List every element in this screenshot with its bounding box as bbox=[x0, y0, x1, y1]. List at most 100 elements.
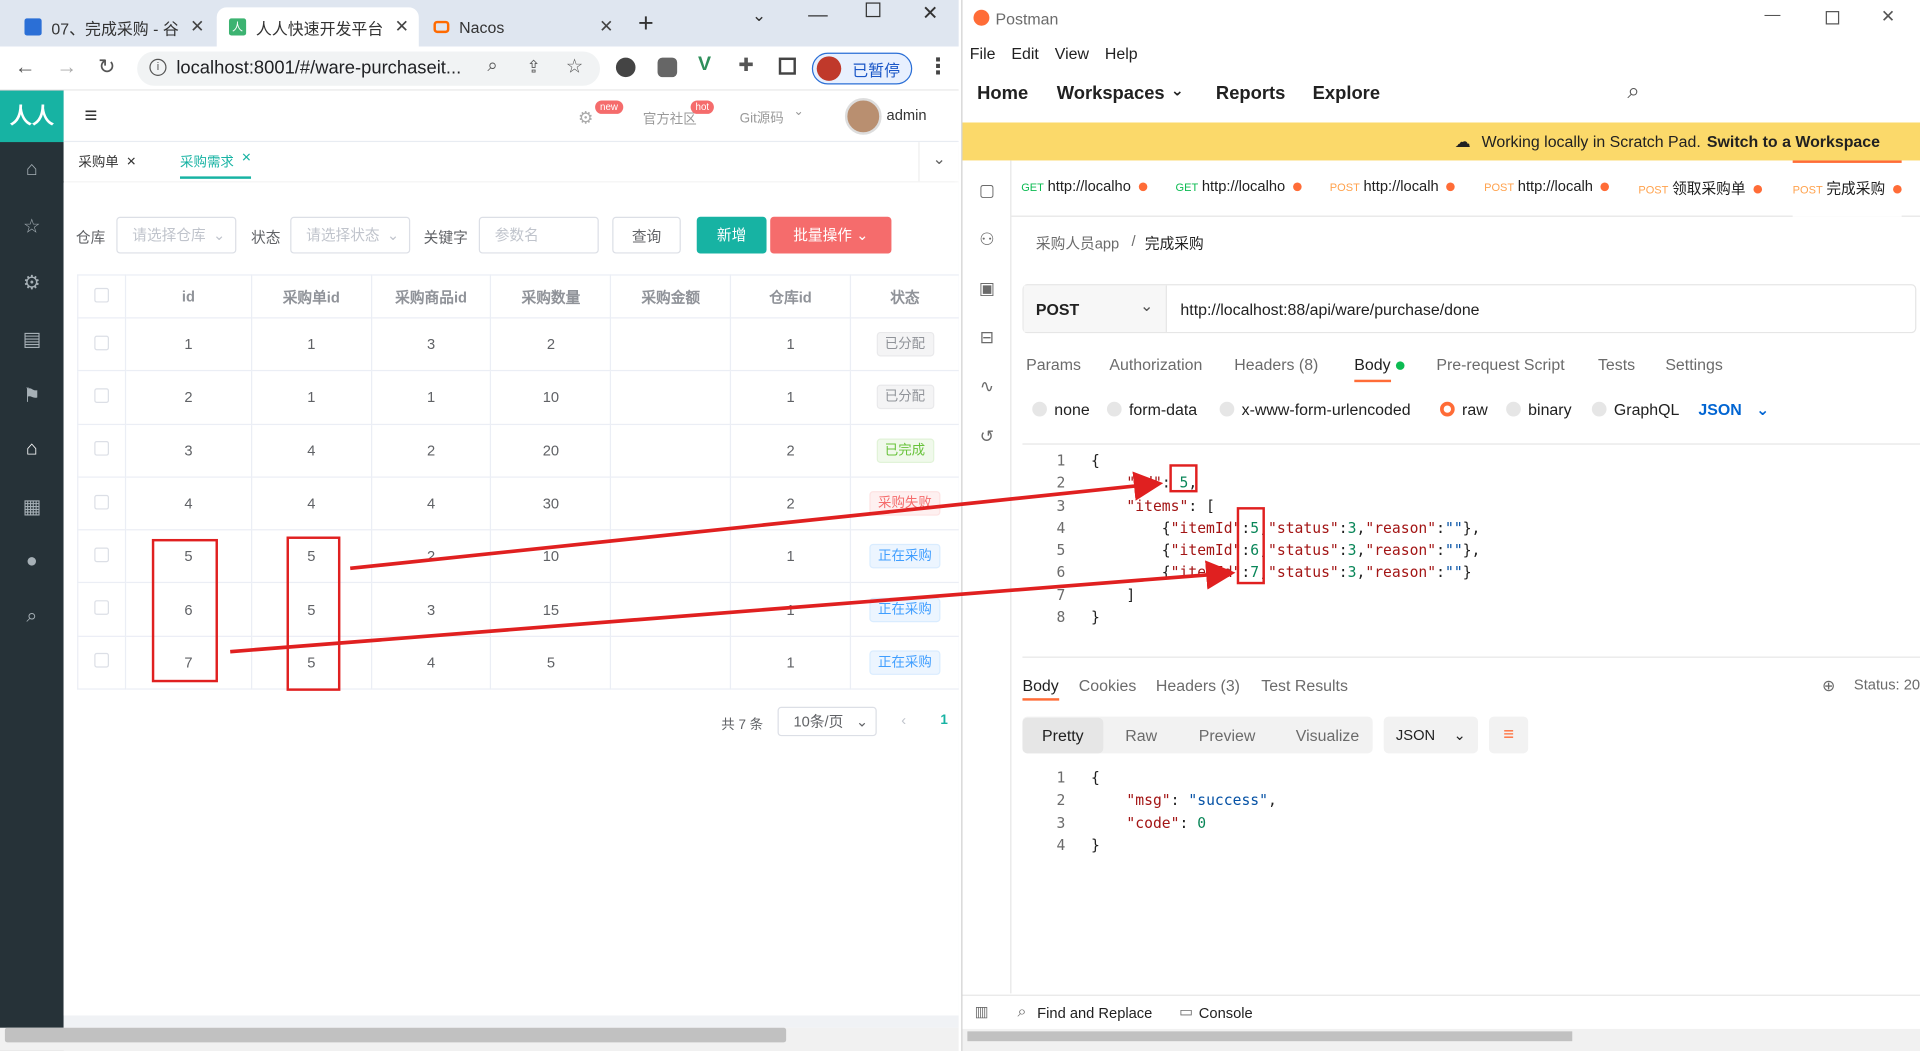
user-icon[interactable]: ● bbox=[20, 551, 44, 575]
tab-tests[interactable]: Tests bbox=[1598, 355, 1635, 373]
back-icon[interactable]: ← bbox=[15, 55, 36, 79]
extension-icon[interactable] bbox=[657, 57, 678, 78]
tag-purchase-demand[interactable]: 采购需求 ✕ bbox=[180, 152, 252, 179]
request-tab[interactable]: POST 领取采购单 bbox=[1638, 178, 1762, 199]
request-tab[interactable]: GET http://localho bbox=[1176, 178, 1302, 195]
checkbox[interactable] bbox=[94, 287, 109, 302]
extension-icon[interactable] bbox=[615, 57, 636, 78]
document-icon[interactable]: ▤ bbox=[20, 327, 44, 351]
checkbox[interactable] bbox=[94, 388, 109, 403]
avatar[interactable] bbox=[844, 97, 882, 135]
minimize-icon[interactable]: — bbox=[808, 5, 828, 27]
column-header[interactable]: 采购单id bbox=[251, 274, 372, 319]
mode-raw[interactable]: Raw bbox=[1125, 726, 1157, 744]
radio-none[interactable]: none bbox=[1032, 401, 1090, 419]
table-row[interactable]: 2 1 1 10 1 已分配 bbox=[77, 370, 959, 425]
vue-devtools-icon[interactable]: V bbox=[698, 54, 711, 76]
row-select-cell[interactable] bbox=[77, 317, 127, 372]
radio-binary[interactable]: binary bbox=[1506, 401, 1572, 419]
keyword-input[interactable]: 参数名 bbox=[478, 216, 599, 254]
mock-servers-icon[interactable]: ⊟ bbox=[977, 327, 997, 347]
git-link[interactable]: Git源码 bbox=[740, 108, 784, 128]
tab-headers[interactable]: Headers (8) bbox=[1234, 355, 1318, 373]
bookmark-star-icon[interactable]: ☆ bbox=[566, 54, 584, 78]
address-bar[interactable]: i localhost:8001/#/ware-purchaseit... ⌕ … bbox=[137, 51, 601, 86]
page-size-select[interactable]: 10条/页 ⌄ bbox=[777, 706, 877, 737]
radio-graphql[interactable]: GraphQL bbox=[1591, 401, 1679, 419]
close-icon[interactable]: ✕ bbox=[395, 16, 409, 37]
tab-params[interactable]: Params bbox=[1026, 355, 1081, 373]
nav-explore[interactable]: Explore bbox=[1313, 83, 1380, 104]
checkbox[interactable] bbox=[94, 494, 109, 509]
current-page[interactable]: 1 bbox=[940, 713, 948, 728]
response-tab-body[interactable]: Body bbox=[1022, 676, 1059, 701]
new-tab-icon[interactable]: + bbox=[638, 7, 654, 39]
apis-icon[interactable]: ⚇ bbox=[977, 229, 997, 249]
tab-authorization[interactable]: Authorization bbox=[1109, 355, 1202, 373]
star-icon[interactable]: ☆ bbox=[20, 214, 44, 238]
find-replace-button[interactable]: Find and Replace bbox=[1037, 1004, 1152, 1021]
maximize-icon[interactable] bbox=[865, 2, 881, 18]
checkbox[interactable] bbox=[94, 441, 109, 456]
chevron-down-icon[interactable]: ⌄ bbox=[918, 142, 958, 182]
username[interactable]: admin bbox=[887, 107, 927, 124]
table-row[interactable]: 4 4 4 30 2 采购失败 bbox=[77, 476, 959, 531]
monitors-icon[interactable]: ∿ bbox=[977, 376, 997, 396]
mode-pretty[interactable]: Pretty bbox=[1022, 717, 1104, 753]
environments-icon[interactable]: ▣ bbox=[977, 278, 997, 298]
menu-edit[interactable]: Edit bbox=[1011, 43, 1038, 61]
browser-tab-docs[interactable]: 07、完成采购 - 谷 ✕ bbox=[12, 7, 214, 46]
horizontal-scrollbar[interactable] bbox=[0, 1027, 959, 1051]
report-icon[interactable]: ▦ bbox=[20, 495, 44, 519]
browser-tab-nacos[interactable]: Nacos ✕ bbox=[421, 7, 623, 46]
search-icon[interactable]: ⌕ bbox=[20, 606, 44, 630]
close-icon[interactable]: ✕ bbox=[241, 152, 251, 165]
tab-prerequest[interactable]: Pre-request Script bbox=[1436, 355, 1564, 373]
scrollbar-thumb[interactable] bbox=[4, 1027, 787, 1043]
close-icon[interactable]: ✕ bbox=[599, 16, 613, 37]
reload-icon[interactable]: ↻ bbox=[98, 55, 115, 79]
community-link[interactable]: 官方社区 bbox=[643, 109, 697, 129]
request-json[interactable]: { "id": 5, "items": [ {"itemId":5,"statu… bbox=[1091, 450, 1480, 629]
app-logo[interactable]: 人人 bbox=[0, 90, 64, 143]
close-window-icon[interactable]: ✕ bbox=[1881, 6, 1895, 27]
row-select-cell[interactable] bbox=[77, 476, 127, 531]
breadcrumb-collection[interactable]: 采购人员app bbox=[1036, 233, 1119, 254]
row-select-cell[interactable] bbox=[77, 370, 127, 425]
row-select-cell[interactable] bbox=[77, 529, 127, 584]
row-select-cell[interactable] bbox=[77, 423, 127, 478]
horizontal-scrollbar[interactable] bbox=[962, 1028, 1920, 1051]
close-icon[interactable]: ✕ bbox=[190, 16, 204, 37]
switch-workspace-link[interactable]: Switch to a Workspace bbox=[1707, 132, 1880, 150]
browser-tab-renren[interactable]: 人 人人快速开发平台 ✕ bbox=[216, 7, 419, 47]
request-tab[interactable]: GET http://localho bbox=[1021, 178, 1147, 195]
close-icon[interactable]: ✕ bbox=[126, 155, 136, 168]
wrap-lines-icon[interactable]: ≡ bbox=[1488, 716, 1529, 754]
column-header[interactable]: 采购金额 bbox=[610, 274, 732, 319]
kebab-menu-icon[interactable]: ⋮ bbox=[927, 54, 949, 80]
radio-raw[interactable]: raw bbox=[1440, 401, 1488, 419]
checkbox[interactable] bbox=[94, 335, 109, 350]
profile-paused-button[interactable]: 已暂停 bbox=[811, 52, 913, 85]
prev-page-icon[interactable]: ‹ bbox=[901, 712, 906, 729]
maximize-icon[interactable] bbox=[1825, 11, 1840, 25]
table-row[interactable]: 1 1 3 2 1 已分配 bbox=[77, 317, 959, 372]
column-header[interactable]: 采购商品id bbox=[371, 274, 492, 319]
checkbox[interactable] bbox=[94, 653, 109, 669]
response-tab-headers[interactable]: Headers (3) bbox=[1156, 676, 1240, 694]
hamburger-icon[interactable]: ≡ bbox=[84, 103, 97, 129]
collections-icon[interactable]: ▢ bbox=[977, 180, 997, 200]
flag-icon[interactable]: ⚑ bbox=[20, 383, 44, 407]
console-button[interactable]: Console bbox=[1199, 1004, 1253, 1021]
table-row[interactable]: 3 4 2 20 2 已完成 bbox=[77, 423, 959, 478]
tag-purchase-order[interactable]: 采购单 ✕ bbox=[78, 152, 136, 172]
request-body-editor[interactable]: 1 2 3 4 5 6 7 8 { "id": 5, "items": [ {"… bbox=[1022, 443, 1920, 658]
url-input[interactable]: http://localhost:88/api/ware/purchase/do… bbox=[1180, 300, 1479, 318]
row-select-cell[interactable] bbox=[77, 636, 127, 690]
request-tab[interactable]: POST http://localh bbox=[1484, 178, 1609, 195]
response-format-select[interactable]: JSON ⌄ bbox=[1383, 716, 1478, 754]
mode-visualize[interactable]: Visualize bbox=[1296, 726, 1359, 744]
warehouse-icon[interactable]: ⌂ bbox=[20, 439, 44, 463]
scrollbar-thumb[interactable] bbox=[967, 1031, 1573, 1042]
search-icon[interactable]: ⌕ bbox=[1627, 78, 1639, 104]
